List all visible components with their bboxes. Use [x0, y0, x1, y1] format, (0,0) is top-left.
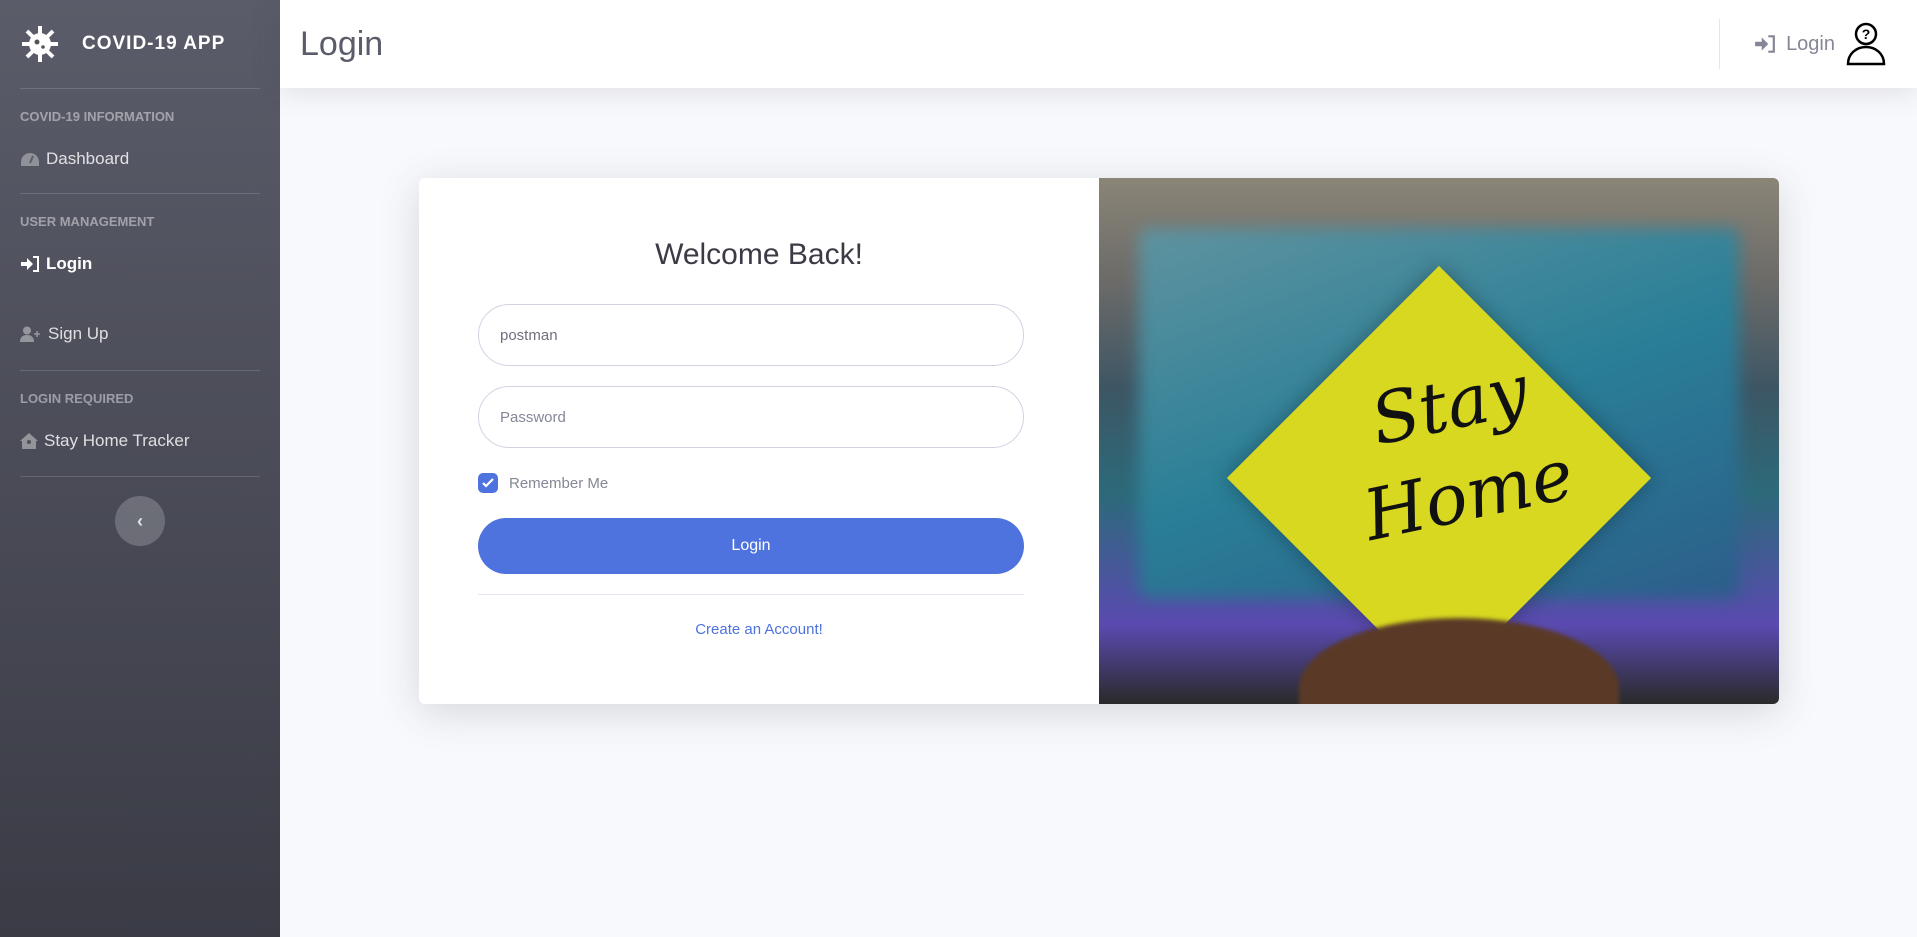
welcome-heading: Welcome Back!	[655, 238, 863, 271]
sign-in-icon	[1755, 35, 1775, 53]
remember-me-label[interactable]: Remember Me	[509, 475, 608, 492]
brand-name: COVID-19 APP	[82, 33, 226, 54]
sidebar-item-label: Dashboard	[46, 149, 130, 168]
username-input[interactable]	[478, 304, 1024, 366]
chevron-left-icon: ‹	[137, 510, 143, 531]
section-heading: USER MANAGEMENT	[20, 214, 155, 229]
login-form: Welcome Back! Remember Me Login Create a…	[419, 178, 1099, 704]
stay-home-image: Stay Home	[1099, 178, 1779, 704]
sign-in-icon	[21, 256, 39, 272]
sidebar-item-label: Stay Home Tracker	[44, 431, 190, 450]
user-plus-icon	[20, 326, 40, 342]
svg-text:?: ?	[1862, 26, 1871, 42]
sidebar: COVID-19 APP COVID-19 INFORMATION Dashbo…	[0, 0, 280, 937]
topbar-login-link[interactable]: Login	[1754, 33, 1835, 56]
topbar-divider	[1719, 19, 1721, 69]
sidebar-item-dashboard[interactable]: Dashboard	[0, 135, 280, 183]
virus-icon	[22, 26, 58, 62]
sidebar-toggle-button[interactable]: ‹	[115, 496, 165, 546]
remember-me-checkbox[interactable]	[478, 473, 498, 493]
tachometer-icon	[21, 153, 39, 166]
sidebar-item-label: Login	[46, 254, 93, 273]
divider	[478, 594, 1024, 595]
user-question-icon[interactable]: ?	[1845, 22, 1887, 66]
brand[interactable]: COVID-19 APP	[0, 0, 280, 88]
sidebar-item-sign-up[interactable]: Sign Up	[0, 310, 280, 358]
section-heading: LOGIN REQUIRED	[20, 391, 134, 406]
section-heading: COVID-19 INFORMATION	[20, 109, 175, 124]
page-title: Login	[300, 24, 384, 63]
hand	[1299, 618, 1619, 704]
sidebar-item-label: Sign Up	[48, 324, 109, 343]
create-account-link[interactable]: Create an Account!	[419, 621, 1099, 638]
topbar-login-label: Login	[1786, 32, 1835, 55]
divider	[20, 476, 260, 477]
password-input[interactable]	[478, 386, 1024, 448]
topbar: Login Login ?	[280, 0, 1917, 88]
check-icon	[482, 478, 494, 488]
sidebar-item-login[interactable]: Login	[0, 240, 280, 288]
login-card: Welcome Back! Remember Me Login Create a…	[419, 178, 1779, 704]
sidebar-item-stay-home-tracker[interactable]: Stay Home Tracker	[0, 417, 280, 465]
login-button[interactable]: Login	[478, 518, 1024, 574]
house-user-icon	[20, 433, 38, 449]
